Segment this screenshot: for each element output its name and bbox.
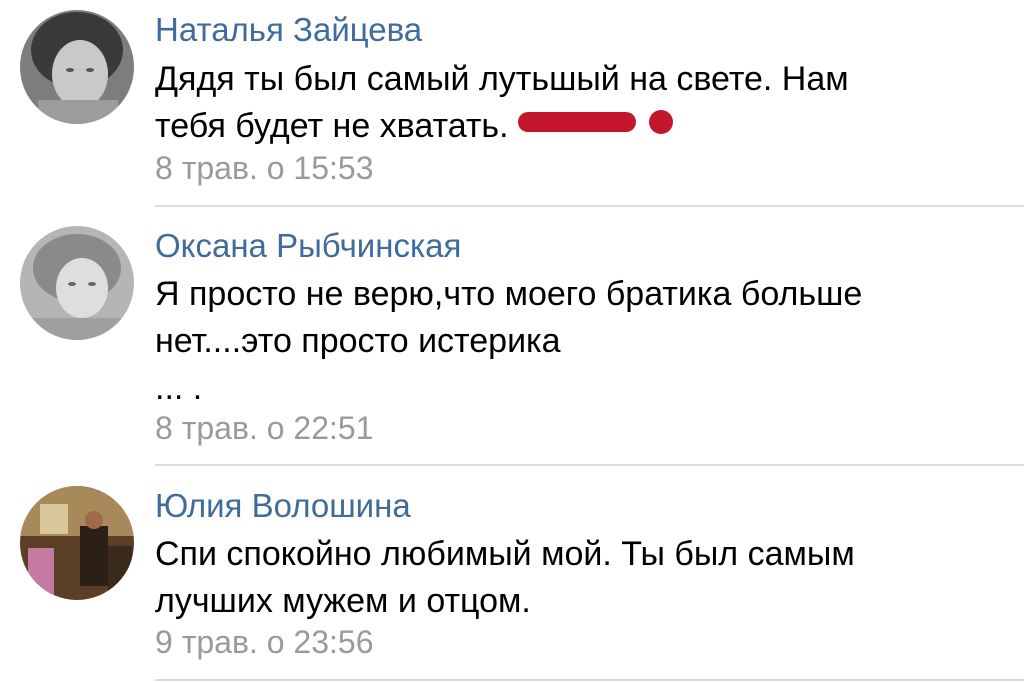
divider — [155, 679, 1024, 681]
comment-timestamp: 9 трав. о 23:56 — [155, 624, 374, 660]
divider — [155, 464, 1024, 466]
avatar[interactable] — [20, 226, 134, 340]
comment-text: Я просто не верю,что моего братика больш… — [155, 275, 863, 407]
divider — [155, 205, 1024, 207]
author-name[interactable]: Оксана Рыбчинская — [155, 226, 461, 266]
comment-timestamp: 8 трав. о 22:51 — [155, 410, 374, 446]
comment-timestamp: 8 трав. о 15:53 — [155, 150, 374, 186]
redaction-mark — [518, 101, 678, 148]
avatar[interactable] — [20, 486, 134, 600]
comment-body: Дядя ты был самый лутьшый на свете. Нам … — [155, 56, 995, 152]
author-name[interactable]: Юлия Волошина — [155, 486, 411, 526]
author-name[interactable]: Наталья Зайцева — [155, 10, 422, 50]
comment-text: Дядя ты был самый лутьшый на свете. Нам … — [155, 60, 849, 145]
comment-text: Спи спокойно любимый мой. Ты был самым л… — [155, 535, 855, 620]
avatar[interactable] — [20, 10, 134, 124]
